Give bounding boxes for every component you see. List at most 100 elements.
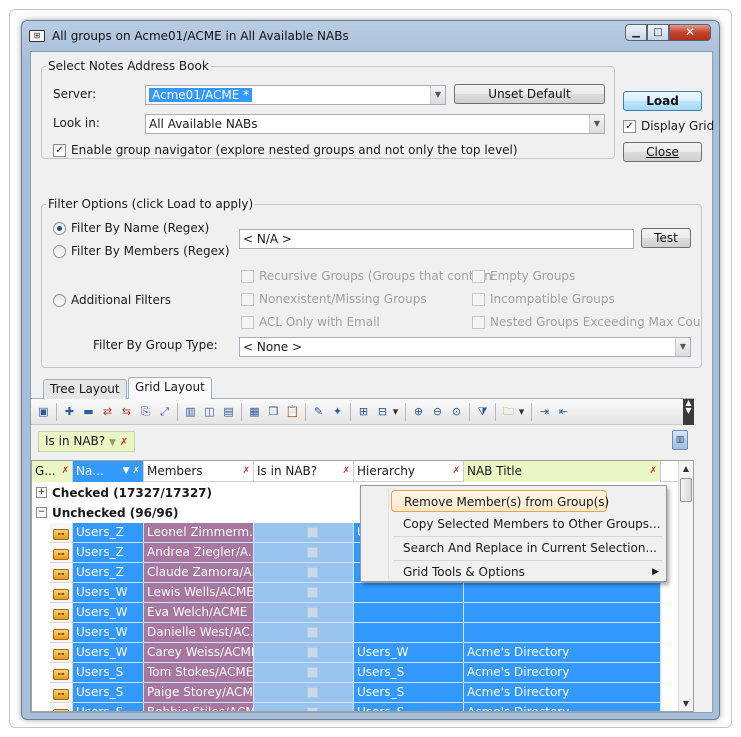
zoom-in-icon[interactable]: ⊕: [410, 403, 427, 420]
scroll-up-icon[interactable]: ▲: [679, 461, 693, 476]
name-cell[interactable]: Users_S: [73, 663, 144, 683]
member-cell[interactable]: Leonel Zimmerm...: [144, 523, 254, 543]
name-cell[interactable]: Users_S: [73, 703, 144, 711]
group-type-cell[interactable]: ⊶: [50, 523, 73, 543]
checkbox-icon[interactable]: [307, 707, 318, 711]
chevron-down-icon[interactable]: ▼: [675, 338, 690, 356]
member-cell[interactable]: Claude Zamora/A...: [144, 563, 254, 583]
hierarchy-cell[interactable]: Users_S: [354, 683, 464, 703]
is-in-nab-cell[interactable]: [254, 603, 354, 623]
member-cell[interactable]: Tom Stokes/ACME: [144, 663, 254, 683]
checkbox-icon[interactable]: [307, 667, 318, 678]
group-type-cell[interactable]: ⊶: [50, 663, 73, 683]
group-type-cell[interactable]: ⊶: [50, 583, 73, 603]
expand-icon[interactable]: ⤢: [156, 403, 173, 420]
load-button[interactable]: Load: [623, 91, 702, 111]
hierarchy-cell[interactable]: Users_S: [354, 663, 464, 683]
nested-max-checkbox[interactable]: [472, 316, 485, 329]
member-cell[interactable]: Bobbie Stiles/ACME: [144, 703, 254, 711]
wizard-icon[interactable]: ✦: [329, 403, 346, 420]
add-icon[interactable]: ✚: [61, 403, 78, 420]
nab-title-cell[interactable]: Acme's Directory: [464, 683, 661, 703]
group-type-combo[interactable]: < None > ▼: [239, 337, 691, 357]
filter-icon[interactable]: ✗: [61, 461, 69, 481]
nab-title-cell[interactable]: [464, 603, 661, 623]
hierarchy-cell[interactable]: [354, 623, 464, 643]
hierarchy-cell[interactable]: [354, 583, 464, 603]
checkbox-icon[interactable]: [307, 527, 318, 538]
column-split-icon[interactable]: ◫: [201, 403, 218, 420]
menu-item-copy-members[interactable]: Copy Selected Members to Other Groups...: [391, 513, 665, 535]
table-row[interactable]: ⊶ Users_S Paige Storey/ACME Users_S Acme's D…: [50, 683, 679, 703]
is-in-nab-cell[interactable]: [254, 583, 354, 603]
expand-icon[interactable]: +: [36, 487, 47, 498]
filter-by-members-radio[interactable]: [53, 245, 66, 258]
table-icon[interactable]: ⊞: [355, 403, 372, 420]
title-bar[interactable]: ⊞ All groups on Acme01/ACME in All Avail…: [22, 21, 719, 51]
lookin-combo[interactable]: All Available NABs ▼: [145, 114, 605, 134]
member-cell[interactable]: Eva Welch/ACME: [144, 603, 254, 623]
unset-default-button[interactable]: Unset Default: [454, 84, 605, 104]
remove-icon[interactable]: ▬: [80, 403, 97, 420]
filter-icon[interactable]: ✗: [649, 461, 657, 481]
filter-icon[interactable]: ✗: [342, 461, 350, 481]
tab-tree-layout[interactable]: Tree Layout: [43, 379, 127, 399]
clipboard-icon[interactable]: ⎘: [137, 403, 154, 420]
nab-title-cell[interactable]: [464, 623, 661, 643]
checkbox-icon[interactable]: [307, 587, 318, 598]
checkbox-icon[interactable]: [307, 687, 318, 698]
name-cell[interactable]: Users_Z: [73, 563, 144, 583]
additional-filters-radio[interactable]: [53, 294, 66, 307]
group-type-cell[interactable]: ⊶: [50, 543, 73, 563]
server-combo[interactable]: Acme01/ACME * ▼: [145, 85, 446, 105]
column-header-name[interactable]: Na... ▼ ✗: [73, 461, 144, 482]
member-cell[interactable]: Paige Storey/ACME: [144, 683, 254, 703]
test-button[interactable]: Test: [641, 228, 691, 248]
group-type-cell[interactable]: ⊶: [50, 563, 73, 583]
is-in-nab-cell[interactable]: [254, 643, 354, 663]
nab-title-cell[interactable]: Acme's Directory: [464, 643, 661, 663]
checkbox-icon[interactable]: [307, 647, 318, 658]
hierarchy-cell[interactable]: [354, 603, 464, 623]
member-cell[interactable]: Lewis Wells/ACME: [144, 583, 254, 603]
nab-title-cell[interactable]: Acme's Directory: [464, 703, 661, 711]
name-cell[interactable]: Users_Z: [73, 543, 144, 563]
sort-filter-icon[interactable]: ▼ ✗: [123, 461, 140, 481]
hierarchy-cell[interactable]: Users_S: [354, 703, 464, 711]
navigator-checkbox[interactable]: ✓: [53, 144, 66, 157]
column-header-members[interactable]: Members ✗: [144, 461, 254, 482]
name-cell[interactable]: Users_W: [73, 603, 144, 623]
is-in-nab-cell[interactable]: [254, 683, 354, 703]
toolbar-overflow-icon[interactable]: ▲ ▼: [683, 399, 694, 425]
copy-row-icon[interactable]: ⇆: [118, 403, 135, 420]
export-icon[interactable]: ▣: [35, 403, 52, 420]
filter-icon[interactable]: ✗: [242, 461, 250, 481]
move-row-icon[interactable]: ⇄: [99, 403, 116, 420]
trash-icon[interactable]: ▥: [672, 430, 688, 450]
is-in-nab-cell[interactable]: [254, 623, 354, 643]
menu-item-grid-tools[interactable]: Grid Tools & Options ▶: [391, 561, 665, 583]
column-left-icon[interactable]: ▥: [182, 403, 199, 420]
nab-title-cell[interactable]: Acme's Directory: [464, 663, 661, 683]
menu-item-search-replace[interactable]: Search And Replace in Current Selection.…: [391, 537, 665, 559]
table-row[interactable]: ⊶Users_SBobbie Stiles/ACMEUsers_SAcme's …: [50, 703, 679, 711]
column-header-hierarchy[interactable]: Hierarchy ✗: [354, 461, 464, 482]
name-cell[interactable]: Users_W: [73, 583, 144, 603]
close-window-button[interactable]: ✕: [669, 24, 711, 41]
copy-icon[interactable]: ❐: [265, 403, 282, 420]
column-header-is-in-nab[interactable]: Is in NAB? ✗: [254, 461, 354, 482]
select-all-icon[interactable]: ▦: [246, 403, 263, 420]
is-in-nab-cell[interactable]: [254, 663, 354, 683]
filter-icon[interactable]: ✗: [452, 461, 460, 481]
member-cell[interactable]: Andrea Ziegler/A...: [144, 543, 254, 563]
chevron-down-icon[interactable]: ▾: [517, 403, 526, 420]
maximize-button[interactable]: □: [647, 24, 669, 41]
checkbox-icon[interactable]: [307, 547, 318, 558]
name-cell[interactable]: Users_W: [73, 643, 144, 663]
minimize-button[interactable]: ▁: [625, 24, 647, 41]
group-type-cell[interactable]: ⊶: [50, 603, 73, 623]
group-type-cell[interactable]: ⊶: [50, 623, 73, 643]
recursive-groups-checkbox[interactable]: [241, 270, 254, 283]
folder-icon[interactable]: 🗀: [500, 403, 517, 420]
paste-icon[interactable]: 📋: [284, 403, 301, 420]
